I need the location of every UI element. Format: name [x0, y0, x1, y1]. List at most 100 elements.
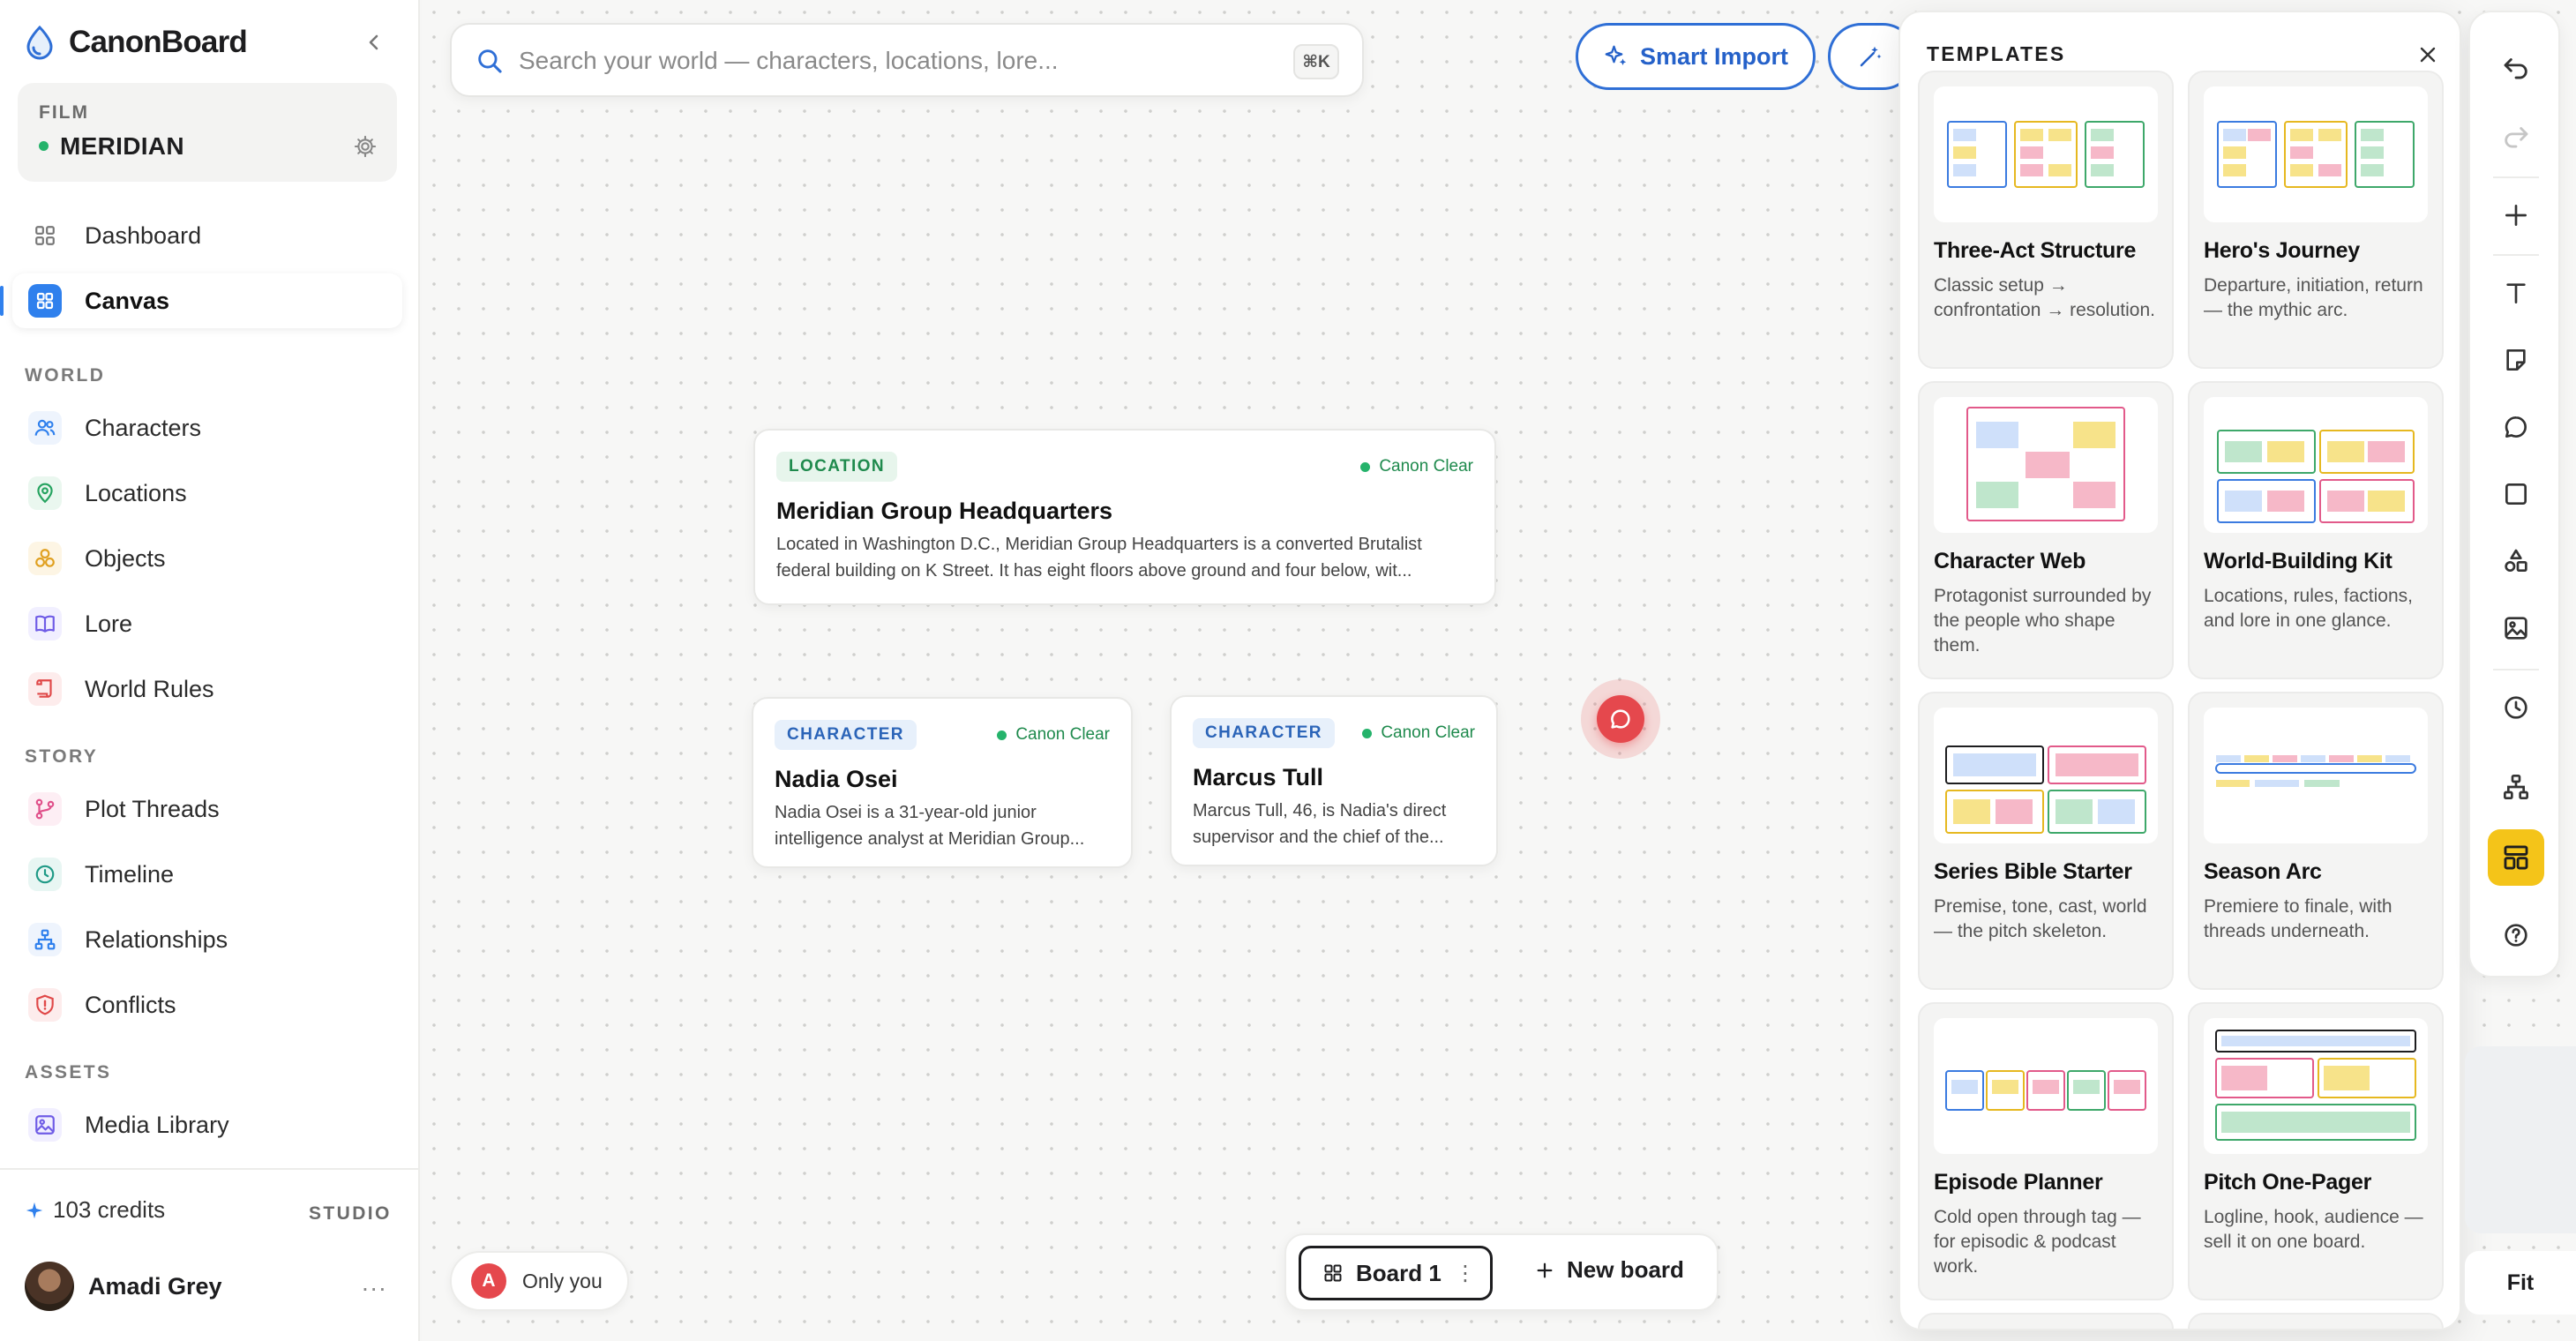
- template-card-more[interactable]: [1918, 1313, 2174, 1329]
- search-bar[interactable]: ⌘K: [450, 23, 1364, 97]
- search-input[interactable]: [519, 41, 1242, 81]
- template-card-series-bible[interactable]: Series Bible Starter Premise, tone, cast…: [1918, 692, 2174, 990]
- presence-avatar: A: [471, 1263, 506, 1299]
- nav-relationships[interactable]: Relationships: [12, 912, 402, 967]
- template-description: Premiere to finale, with threads underne…: [2204, 896, 2393, 941]
- user-menu-button[interactable]: ...: [362, 1269, 387, 1297]
- text-icon: [2506, 283, 2526, 303]
- sticky-note-icon: [2506, 349, 2526, 371]
- card-description: Located in Washington D.C., Meridian Gro…: [776, 535, 1422, 581]
- close-icon: [2420, 47, 2436, 63]
- template-card-more[interactable]: [2188, 1313, 2444, 1329]
- templates-button[interactable]: [2488, 829, 2544, 886]
- template-preview: [1934, 397, 2158, 533]
- nav-media-library[interactable]: Media Library: [12, 1098, 402, 1152]
- new-board-button[interactable]: New board: [1535, 1256, 1684, 1284]
- template-preview: [2204, 708, 2428, 843]
- project-name: MERIDIAN: [60, 132, 184, 160]
- nav-conflicts[interactable]: Conflicts: [12, 978, 402, 1032]
- shield-alert-icon: [28, 988, 62, 1022]
- nav-canvas[interactable]: Canvas: [0, 273, 402, 328]
- section-world: WORLD: [25, 365, 106, 386]
- template-preview: [1934, 1018, 2158, 1154]
- templates-icon: [2504, 845, 2528, 870]
- nav-characters[interactable]: Characters: [12, 401, 402, 455]
- hierarchy-button[interactable]: [2490, 760, 2542, 813]
- redo-button[interactable]: [2490, 109, 2542, 162]
- image-tool-button[interactable]: [2490, 602, 2542, 655]
- template-card-season-arc[interactable]: Season Arc Premiere to finale, with thre…: [2188, 692, 2444, 990]
- users-icon: [28, 411, 62, 445]
- smart-import-button[interactable]: Smart Import: [1576, 23, 1816, 90]
- template-name: Character Web: [1934, 549, 2086, 573]
- hierarchy-icon: [2504, 775, 2528, 799]
- template-card-episode-planner[interactable]: Episode Planner Cold open through tag — …: [1918, 1002, 2174, 1300]
- book-icon: [28, 607, 62, 641]
- template-card-character-web[interactable]: Character Web Protagonist surrounded by …: [1918, 381, 2174, 679]
- character-card[interactable]: CHARACTER Canon Clear Nadia Osei Nadia O…: [752, 697, 1133, 868]
- nav-world-rules[interactable]: World Rules: [12, 662, 402, 716]
- character-tag: CHARACTER: [775, 720, 917, 750]
- card-description: Nadia Osei is a 31-year-old junior intel…: [775, 803, 1085, 849]
- history-button[interactable]: [2490, 681, 2542, 734]
- sticky-note-tool-button[interactable]: [2490, 333, 2542, 386]
- template-card-world-building-kit[interactable]: World-Building Kit Locations, rules, fac…: [2188, 381, 2444, 679]
- credits-indicator[interactable]: 103 credits: [25, 1196, 165, 1224]
- brand-name: CanonBoard: [69, 25, 248, 59]
- toolbar-divider: [2493, 254, 2539, 256]
- brand[interactable]: CanonBoard: [23, 18, 248, 67]
- project-settings-button[interactable]: [349, 131, 381, 162]
- presence-label: Only you: [522, 1269, 603, 1292]
- templates-panel-title: TEMPLATES: [1927, 42, 2066, 65]
- location-card[interactable]: LOCATION Canon Clear Meridian Group Head…: [753, 429, 1496, 605]
- comment-pin[interactable]: [1581, 679, 1660, 759]
- canon-status: Canon Clear: [1360, 457, 1473, 476]
- text-tool-button[interactable]: [2490, 266, 2542, 319]
- nav-lore[interactable]: Lore: [12, 596, 402, 651]
- nav-dashboard[interactable]: Dashboard: [12, 208, 402, 263]
- board-tab-current[interactable]: Board 1 ⋮: [1299, 1246, 1493, 1300]
- brand-logo-icon: [26, 25, 53, 60]
- presence-indicator[interactable]: A Only you: [450, 1251, 629, 1311]
- avatar[interactable]: [25, 1262, 74, 1311]
- add-button[interactable]: [2490, 189, 2542, 242]
- template-description: Logline, hook, audience — sell it on one…: [2204, 1207, 2423, 1252]
- help-icon: [2505, 924, 2527, 947]
- shapes-icon: [2505, 549, 2527, 572]
- close-panel-button[interactable]: [2410, 37, 2445, 72]
- shapes-tool-button[interactable]: [2490, 535, 2542, 588]
- fit-view-button[interactable]: Fit: [2465, 1251, 2576, 1315]
- search-icon: [478, 49, 502, 73]
- nav-objects[interactable]: Objects: [12, 531, 402, 586]
- collapse-sidebar-button[interactable]: [356, 25, 392, 60]
- smart-import-label: Smart Import: [1640, 42, 1789, 70]
- character-card[interactable]: CHARACTER Canon Clear Marcus Tull Marcus…: [1170, 695, 1498, 866]
- board-name: Board 1: [1356, 1259, 1442, 1286]
- nav-characters-label: Characters: [85, 414, 202, 441]
- sparkles-icon: [1605, 45, 1627, 65]
- comment-tool-button[interactable]: [2490, 401, 2542, 453]
- nav-locations[interactable]: Locations: [12, 466, 402, 521]
- help-button[interactable]: [2490, 909, 2542, 962]
- project-card[interactable]: FILM MERIDIAN: [18, 83, 397, 182]
- section-story: STORY: [25, 746, 99, 767]
- board-menu-button[interactable]: ⋮: [1455, 1261, 1476, 1286]
- nav-timeline[interactable]: Timeline: [12, 847, 402, 902]
- template-card-pitch-one-pager[interactable]: Pitch One-Pager Logline, hook, audience …: [2188, 1002, 2444, 1300]
- user-name[interactable]: Amadi Grey: [88, 1273, 222, 1300]
- add-icon: [2505, 205, 2527, 226]
- history-icon: [2505, 696, 2527, 719]
- undo-button[interactable]: [2490, 41, 2542, 94]
- template-name: Season Arc: [2204, 859, 2322, 884]
- credits-label: 103 credits: [53, 1196, 166, 1223]
- nav-plot-threads[interactable]: Plot Threads: [12, 782, 402, 836]
- templates-panel: TEMPLATES Three-Act Structure Classic se…: [1898, 11, 2461, 1330]
- comment-pin-inner: [1597, 695, 1644, 743]
- template-preview: [2204, 397, 2428, 533]
- canon-status: Canon Clear: [1362, 723, 1475, 743]
- template-card-heros-journey[interactable]: Hero's Journey Departure, initiation, re…: [2188, 71, 2444, 369]
- active-indicator: [0, 286, 4, 316]
- template-card-three-act[interactable]: Three-Act Structure Classic setup → conf…: [1918, 71, 2174, 369]
- frame-tool-button[interactable]: [2490, 468, 2542, 521]
- sidebar-footer-divider: [0, 1168, 420, 1170]
